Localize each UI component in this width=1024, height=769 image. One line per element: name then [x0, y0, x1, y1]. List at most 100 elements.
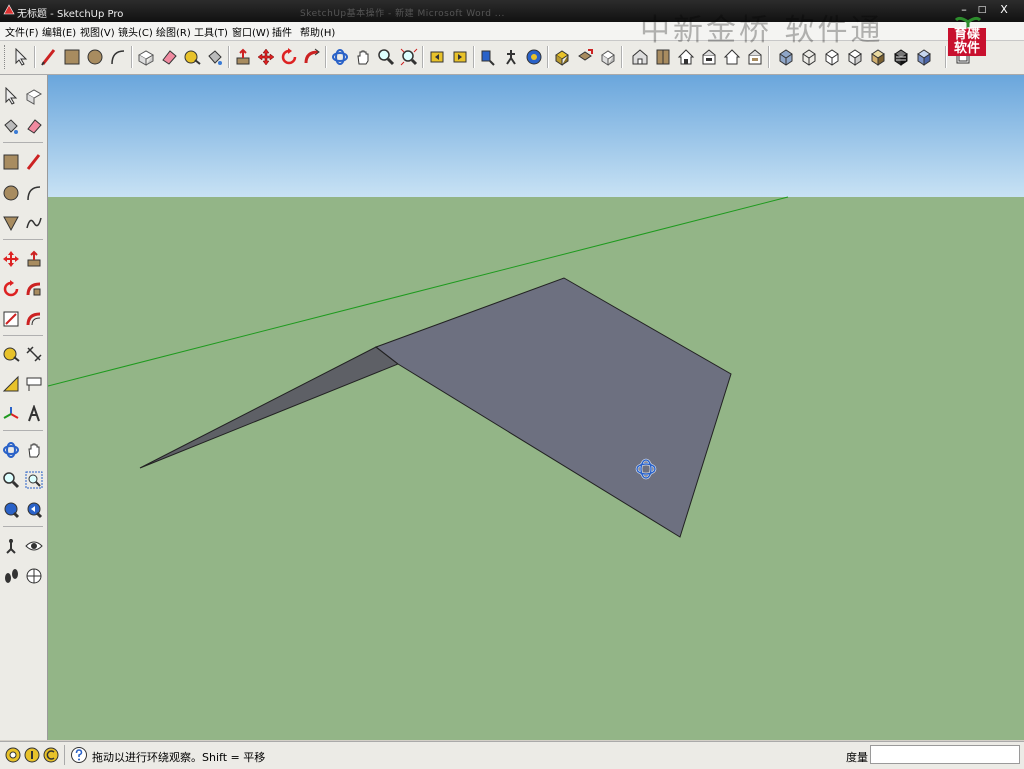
menu-help[interactable]: 帮助(H) [300, 24, 335, 39]
tape-measure-icon[interactable] [1, 343, 21, 365]
ground [48, 197, 1024, 740]
position-camera-icon[interactable] [477, 45, 499, 69]
previous-view-icon[interactable] [24, 499, 44, 521]
walk-icon[interactable] [500, 45, 522, 69]
copyright-icon[interactable] [42, 746, 60, 764]
watermark-text: 中新金桥 软件通 [640, 13, 884, 48]
tool-separator [3, 335, 43, 336]
section-plane-icon[interactable] [24, 565, 44, 587]
status-bar: 拖动以进行环绕观察。Shift = 平移 度量 [0, 741, 1024, 769]
menu-file[interactable]: 文件(F) [5, 24, 39, 39]
push-pull-icon[interactable] [232, 45, 254, 69]
logo-text: 育碟 软件 [948, 28, 986, 56]
large-tool-set [0, 75, 48, 740]
text-icon[interactable] [24, 373, 44, 395]
toolbar-separator [325, 46, 327, 68]
look-around-icon[interactable] [24, 535, 44, 557]
zoom-extents-icon[interactable] [1, 499, 21, 521]
toolbar-separator [768, 46, 770, 68]
pencil-icon[interactable] [38, 45, 60, 69]
rectangle-icon[interactable] [1, 151, 21, 173]
layer-icon[interactable] [913, 45, 935, 69]
orbit-icon[interactable] [329, 45, 351, 69]
measurements-input[interactable] [870, 745, 1020, 764]
paint-bucket-icon[interactable] [204, 45, 226, 69]
paint-bucket-icon[interactable] [1, 115, 21, 137]
toolbar-separator [131, 46, 133, 68]
status-hint: 拖动以进行环绕观察。Shift = 平移 [92, 751, 266, 764]
share-model-icon[interactable] [574, 45, 596, 69]
move-icon[interactable] [255, 45, 277, 69]
menu-draw[interactable]: 绘图(R) [156, 24, 191, 39]
menu-camera[interactable]: 镜头(C) [118, 24, 153, 39]
menu-edit[interactable]: 编辑(E) [42, 24, 76, 39]
axes-icon[interactable] [1, 403, 21, 425]
previous-view-icon[interactable] [426, 45, 448, 69]
pan-icon[interactable] [352, 45, 374, 69]
monochrome-icon[interactable] [890, 45, 912, 69]
position-camera-icon[interactable] [1, 535, 21, 557]
rotate-icon[interactable] [1, 278, 21, 300]
3d-text-icon[interactable] [24, 403, 44, 425]
toolbar-separator [621, 46, 623, 68]
zoom-window-icon[interactable] [24, 469, 44, 491]
line-icon[interactable] [24, 151, 44, 173]
follow-me-icon[interactable] [301, 45, 323, 69]
select-icon[interactable] [10, 45, 32, 69]
scale-icon[interactable] [1, 308, 21, 330]
make-component-icon[interactable] [135, 45, 157, 69]
move-icon[interactable] [1, 248, 21, 270]
polygon-icon[interactable] [1, 212, 21, 234]
measurements-label: 度量 [846, 751, 868, 764]
credits-icon[interactable] [23, 746, 41, 764]
look-around-icon[interactable] [523, 45, 545, 69]
sketchup-app-icon [3, 4, 15, 15]
walk-icon[interactable] [1, 565, 21, 587]
freehand-icon[interactable] [24, 212, 44, 234]
model-viewport[interactable] [48, 75, 1024, 740]
toolbar-separator [473, 46, 475, 68]
rotate-icon[interactable] [278, 45, 300, 69]
zoom-icon[interactable] [375, 45, 397, 69]
sky [48, 75, 1024, 197]
toolbar-separator [228, 46, 230, 68]
toolbar-separator [422, 46, 424, 68]
tape-measure-icon[interactable] [181, 45, 203, 69]
rectangle-icon[interactable] [61, 45, 83, 69]
zoom-extents-icon[interactable] [398, 45, 420, 69]
menu-plugins[interactable]: 插件 [272, 24, 292, 39]
arc-icon[interactable] [107, 45, 129, 69]
select-icon[interactable] [1, 85, 21, 107]
geolocation-icon[interactable] [4, 746, 22, 764]
tool-separator [3, 239, 43, 240]
share-component-icon[interactable] [597, 45, 619, 69]
menu-window[interactable]: 窗口(W) [232, 24, 270, 39]
menu-view[interactable]: 视图(V) [80, 24, 115, 39]
close-button[interactable]: X [994, 2, 1014, 18]
circle-icon[interactable] [84, 45, 106, 69]
tool-separator [3, 430, 43, 431]
menu-tools[interactable]: 工具(T) [194, 24, 228, 39]
pan-icon[interactable] [24, 439, 44, 461]
eraser-icon[interactable] [158, 45, 180, 69]
eraser-icon[interactable] [24, 115, 44, 137]
toolbar-separator [547, 46, 549, 68]
push-pull-icon[interactable] [24, 248, 44, 270]
window-title: 无标题 - SketchUp Pro [17, 9, 124, 20]
follow-me-icon[interactable] [24, 278, 44, 300]
next-view-icon[interactable] [449, 45, 471, 69]
zoom-icon[interactable] [1, 469, 21, 491]
protractor-icon[interactable] [1, 373, 21, 395]
circle-icon[interactable] [1, 182, 21, 204]
help-icon[interactable] [70, 746, 88, 764]
scene-canvas[interactable] [48, 75, 1024, 740]
background-window-tabs: SketchUp基本操作 - 新建 Microsoft Word ... [300, 9, 505, 19]
get-models-icon[interactable] [551, 45, 573, 69]
offset-icon[interactable] [24, 308, 44, 330]
orbit-icon[interactable] [1, 439, 21, 461]
make-component-icon[interactable] [24, 85, 44, 107]
arc-icon[interactable] [24, 182, 44, 204]
toolbar-grip[interactable] [4, 45, 8, 69]
dimension-icon[interactable] [24, 343, 44, 365]
tool-separator [3, 142, 43, 143]
